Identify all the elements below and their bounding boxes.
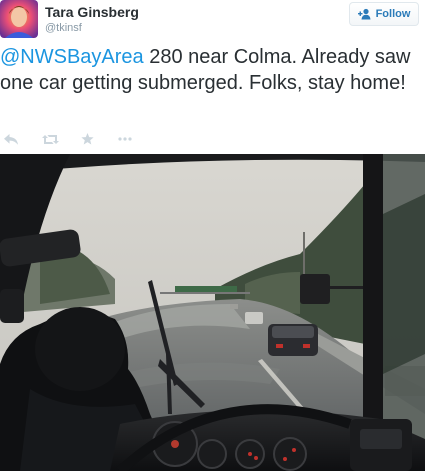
follow-label: Follow	[375, 8, 411, 20]
tweet-text: @NWSBayArea 280 near Colma. Already saw …	[0, 44, 420, 96]
car	[268, 324, 318, 356]
author-handle[interactable]: @tkinsf	[45, 22, 82, 34]
author-name[interactable]: Tara Ginsberg	[45, 4, 139, 20]
follow-button[interactable]: Follow	[349, 2, 419, 26]
profile-photo-icon	[0, 0, 38, 38]
retweet-icon[interactable]	[42, 134, 59, 145]
flooded-highway-photo-icon	[0, 154, 425, 471]
add-user-icon	[357, 8, 371, 20]
tweet-photo[interactable]	[0, 154, 425, 471]
tweet-actions	[0, 130, 132, 148]
mention-link[interactable]: @NWSBayArea	[0, 46, 144, 68]
reply-icon[interactable]	[4, 133, 18, 145]
tweet-card: Tara Ginsberg @tkinsf Follow @NWSBayArea…	[0, 0, 425, 471]
avatar[interactable]	[0, 0, 38, 38]
star-icon[interactable]	[81, 133, 94, 145]
more-icon[interactable]	[118, 137, 132, 141]
